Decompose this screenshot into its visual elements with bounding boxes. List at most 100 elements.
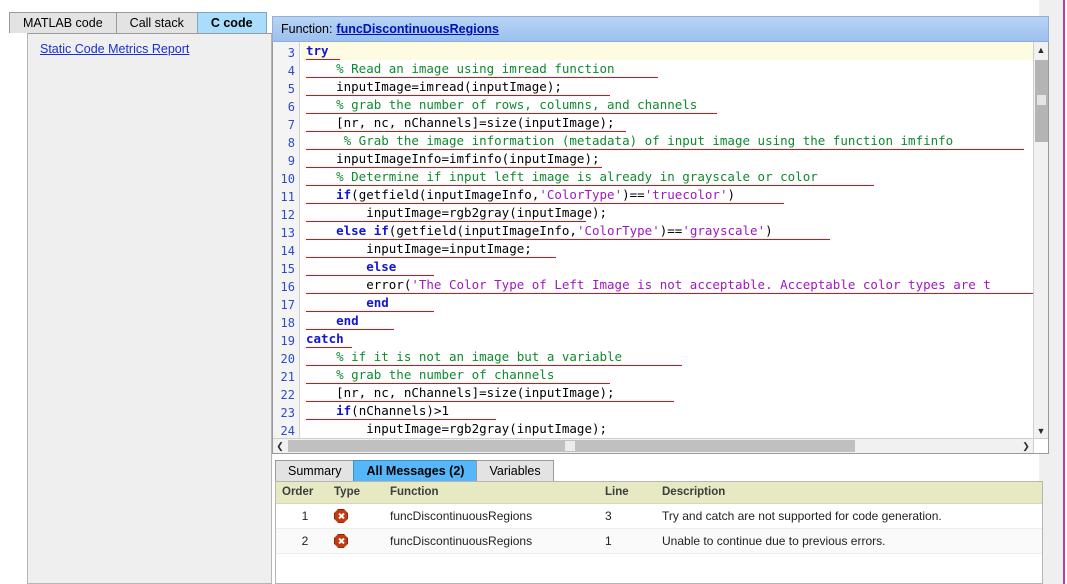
code-token-txt: [nr, nc, nChannels]=size(inputImage); bbox=[306, 385, 615, 400]
code-line[interactable]: else bbox=[301, 258, 1033, 276]
code-token-txt: error( bbox=[306, 277, 412, 292]
code-token-txt: inputImage=imread(inputImage); bbox=[306, 79, 562, 94]
column-header-order[interactable]: Order bbox=[276, 482, 328, 504]
code-token-kw: if bbox=[336, 187, 352, 202]
static-code-metrics-report-link[interactable]: Static Code Metrics Report bbox=[40, 42, 189, 56]
scroll-left-icon[interactable]: ❮ bbox=[273, 439, 287, 453]
error-icon bbox=[334, 533, 348, 548]
code-line[interactable]: % grab the number of channels bbox=[301, 366, 1033, 384]
code-content[interactable]: try % Read an image using imread functio… bbox=[301, 42, 1033, 438]
app-root: MATLAB code Call stack C code Static Cod… bbox=[0, 0, 1067, 584]
code-line[interactable]: % Grab the image information (metadata) … bbox=[301, 132, 1033, 150]
code-line[interactable]: try bbox=[301, 42, 1033, 60]
function-name-link[interactable]: funcDiscontinuousRegions bbox=[336, 22, 499, 36]
line-number: 11 bbox=[280, 190, 295, 204]
scroll-thumb-grip bbox=[1037, 95, 1046, 105]
line-number: 9 bbox=[287, 154, 295, 168]
line-number: 8 bbox=[287, 136, 295, 150]
code-line[interactable]: end bbox=[301, 294, 1033, 312]
code-line[interactable]: catch bbox=[301, 330, 1033, 348]
code-token-kw: end bbox=[366, 295, 389, 310]
line-number: 19 bbox=[280, 334, 295, 348]
tab-call-stack[interactable]: Call stack bbox=[115, 12, 198, 33]
code-line[interactable]: [nr, nc, nChannels]=size(inputImage); bbox=[301, 384, 1033, 402]
code-line[interactable]: error('The Color Type of Left Image is n… bbox=[301, 276, 1033, 294]
code-token-cmt: % grab the number of channels bbox=[306, 367, 555, 382]
cell-order: 1 bbox=[276, 503, 328, 529]
line-number-gutter: 3 4 5 6 7 8 9 10 11 12 13 14 15 16 17 18 19 20 21 22 23 24 bbox=[273, 42, 300, 438]
code-line[interactable]: else if(getfield(inputImageInfo,'ColorTy… bbox=[301, 222, 1033, 240]
line-number: 18 bbox=[280, 316, 295, 330]
code-line[interactable]: inputImage=rgb2gray(inputImage); bbox=[301, 420, 1033, 438]
messages-panel: Summary All Messages (2) Variables Order… bbox=[272, 460, 1049, 584]
cell-description: Try and catch are not supported for code… bbox=[656, 503, 1042, 529]
code-token-str: 'grayscale' bbox=[682, 223, 766, 238]
code-token-kw: if bbox=[336, 403, 352, 418]
code-token-kw: catch bbox=[306, 331, 344, 346]
code-line[interactable]: % grab the number of rows, columns, and … bbox=[301, 96, 1033, 114]
messages-table-container: Order Type Function Line Description 1 fu… bbox=[275, 481, 1043, 584]
error-icon bbox=[334, 508, 348, 523]
line-number: 23 bbox=[280, 406, 295, 420]
column-header-function[interactable]: Function bbox=[384, 482, 599, 504]
code-token-txt: (getfield(inputImageInfo, bbox=[388, 223, 577, 238]
tab-all-messages[interactable]: All Messages (2) bbox=[353, 460, 478, 481]
column-header-line[interactable]: Line bbox=[599, 482, 656, 504]
line-number: 14 bbox=[280, 244, 295, 258]
code-token-str: 'The Color Type of Left Image is not acc… bbox=[411, 277, 991, 292]
scroll-up-icon[interactable]: ▲ bbox=[1034, 42, 1048, 57]
code-line[interactable]: % Read an image using imread function bbox=[301, 60, 1033, 78]
line-number: 20 bbox=[280, 352, 295, 366]
tab-c-code[interactable]: C code bbox=[196, 12, 267, 33]
code-line[interactable]: if(getfield(inputImageInfo,'ColorType')=… bbox=[301, 186, 1033, 204]
code-token-txt: )== bbox=[622, 187, 645, 202]
code-token-kw: else if bbox=[336, 223, 389, 238]
line-number: 6 bbox=[287, 100, 295, 114]
line-number: 3 bbox=[287, 46, 295, 60]
code-line[interactable]: inputImage=rgb2gray(inputImage); bbox=[301, 204, 1033, 222]
code-line[interactable]: % if it is not an image but a variable bbox=[301, 348, 1033, 366]
tab-matlab-code[interactable]: MATLAB code bbox=[9, 12, 117, 33]
code-line[interactable]: inputImage=imread(inputImage); bbox=[301, 78, 1033, 96]
code-horizontal-scrollbar[interactable]: ❮ ❯ bbox=[273, 438, 1048, 453]
code-editor: 3 4 5 6 7 8 9 10 11 12 13 14 15 16 17 18 19 20 21 22 23 24 tr… bbox=[272, 42, 1049, 454]
messages-table: Order Type Function Line Description 1 fu… bbox=[276, 482, 1042, 554]
code-line[interactable]: inputImage=inputImage; bbox=[301, 240, 1033, 258]
code-line[interactable]: % Determine if input left image is alrea… bbox=[301, 168, 1033, 186]
code-line[interactable]: inputImageInfo=imfinfo(inputImage); bbox=[301, 150, 1033, 168]
table-row[interactable]: 2 funcDiscontinuousRegions 1 Unable to cont… bbox=[276, 528, 1042, 554]
code-token-cmt: % grab the number of rows, columns, and … bbox=[306, 97, 698, 112]
code-token-txt: inputImage=inputImage; bbox=[306, 241, 532, 256]
code-line[interactable]: if(nChannels)>1 bbox=[301, 402, 1033, 420]
line-number: 15 bbox=[280, 262, 295, 276]
cell-description: Unable to continue due to previous error… bbox=[656, 528, 1042, 554]
scroll-right-icon[interactable]: ❯ bbox=[1019, 439, 1033, 453]
code-source-tabs: MATLAB code Call stack C code bbox=[9, 12, 272, 33]
code-token-cmt: % Grab the image information (metadata) … bbox=[306, 133, 954, 148]
scroll-down-icon[interactable]: ▼ bbox=[1034, 423, 1048, 438]
messages-table-body: 1 funcDiscontinuousRegions 3 Try and catch … bbox=[276, 503, 1042, 554]
code-token-txt: inputImage=rgb2gray(inputImage); bbox=[306, 205, 608, 220]
code-token-txt: )== bbox=[659, 223, 683, 238]
cell-function: funcDiscontinuousRegions bbox=[384, 503, 599, 529]
code-token-str: 'truecolor' bbox=[644, 187, 728, 202]
tab-variables[interactable]: Variables bbox=[476, 460, 554, 481]
column-header-description[interactable]: Description bbox=[656, 482, 1042, 504]
column-header-type[interactable]: Type bbox=[328, 482, 384, 504]
code-token-txt: inputImage=rgb2gray(inputImage); bbox=[306, 421, 608, 436]
vertical-scroll-thumb[interactable] bbox=[1035, 60, 1048, 142]
code-token-cmt: % Read an image using imread function bbox=[306, 61, 615, 76]
code-token-kw: try bbox=[306, 43, 329, 58]
code-line[interactable]: [nr, nc, nChannels]=size(inputImage); bbox=[301, 114, 1033, 132]
code-vertical-scrollbar[interactable]: ▲ ▼ bbox=[1033, 42, 1048, 438]
cell-type bbox=[328, 503, 384, 529]
table-row[interactable]: 1 funcDiscontinuousRegions 3 Try and catch … bbox=[276, 503, 1042, 529]
horizontal-scroll-thumb[interactable] bbox=[288, 440, 855, 452]
code-line[interactable]: end bbox=[301, 312, 1033, 330]
tab-summary[interactable]: Summary bbox=[275, 460, 355, 481]
